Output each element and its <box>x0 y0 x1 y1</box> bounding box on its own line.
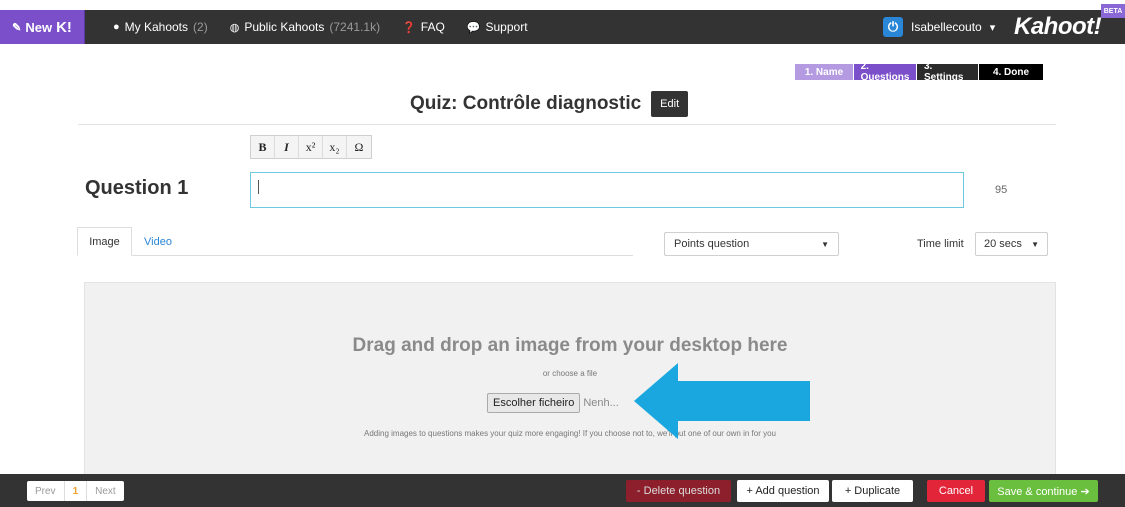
progress-steps: 1. Name 2. Questions 3. Settings 4. Done <box>795 61 1043 83</box>
quiz-title-row: Quiz: Contrôle diagnostic Edit <box>410 91 689 117</box>
cancel-button[interactable]: Cancel <box>927 480 985 502</box>
new-kahoot-label: New <box>25 19 53 35</box>
image-dropzone[interactable]: Drag and drop an image from your desktop… <box>84 282 1056 474</box>
points-select[interactable]: Points question ▼ <box>664 232 839 256</box>
nav-my-kahoots[interactable]: ● My Kahoots (2) <box>113 20 208 34</box>
new-kahoot-button[interactable]: ✎ New K! <box>0 10 85 44</box>
superscript-button[interactable]: x² <box>299 136 323 158</box>
nav-support-label: Support <box>485 20 528 34</box>
nav-my-kahoots-count: (2) <box>193 20 208 34</box>
file-status: Nenh... <box>583 397 619 409</box>
chevron-down-icon: ▼ <box>821 239 829 249</box>
nav-support[interactable]: 💬 Support <box>467 20 528 34</box>
dropzone-hint: Adding images to questions makes your qu… <box>364 429 776 438</box>
edit-title-button[interactable]: Edit <box>651 91 689 117</box>
character-count: 95 <box>995 184 1008 196</box>
italic-button[interactable]: I <box>275 136 299 158</box>
special-character-button[interactable]: Ω <box>347 136 371 158</box>
nav-my-kahoots-label: My Kahoots <box>124 20 189 34</box>
step-settings[interactable]: 3. Settings <box>917 61 979 83</box>
username: Isabellecouto <box>911 20 982 34</box>
time-limit-select[interactable]: 20 secs ▼ <box>975 232 1048 256</box>
step-done[interactable]: 4. Done <box>979 64 1043 80</box>
time-limit-label: Time limit <box>917 238 964 250</box>
arrow-left-icon <box>634 363 810 439</box>
duplicate-button[interactable]: + Duplicate <box>832 480 913 502</box>
subscript-button[interactable]: x₂ <box>323 136 347 158</box>
save-continue-button[interactable]: Save & continue ➔ <box>989 480 1098 502</box>
question-input[interactable] <box>250 172 964 208</box>
kahoot-k-mark: K! <box>56 18 72 36</box>
file-chooser: Escolher ficheiro Nenh... <box>487 393 619 413</box>
time-limit-value: 20 secs <box>984 238 1022 250</box>
dropzone-subtitle: or choose a file <box>542 369 598 378</box>
beta-badge: BETA <box>1101 4 1125 18</box>
user-icon: ● <box>113 21 120 33</box>
divider <box>78 124 1056 125</box>
choose-file-button[interactable]: Escolher ficheiro <box>487 393 581 413</box>
nav-public-kahoots-count: (7241.1k) <box>329 20 381 34</box>
caret-down-icon: ▾ <box>989 21 996 34</box>
text-caret <box>258 180 259 194</box>
step-name[interactable]: 1. Name <box>795 64 854 80</box>
nav-public-kahoots[interactable]: ◍ Public Kahoots (7241.1k) <box>230 20 380 34</box>
nav-public-kahoots-label: Public Kahoots <box>244 20 325 34</box>
question-pager: Prev 1 Next <box>27 481 124 501</box>
prev-button[interactable]: Prev <box>27 481 65 501</box>
edit-icon: ✎ <box>12 21 22 34</box>
quiz-title: Quiz: Contrôle diagnostic <box>410 93 642 114</box>
speech-bubble-icon: 💬 <box>466 21 481 34</box>
chevron-down-icon: ▼ <box>1031 239 1039 249</box>
bottom-action-bar: Prev 1 Next - Delete question + Add ques… <box>0 474 1125 507</box>
points-select-value: Points question <box>674 238 750 250</box>
next-button[interactable]: Next <box>87 481 124 501</box>
step-questions[interactable]: 2. Questions <box>854 61 917 83</box>
top-navbar: ✎ New K! ● My Kahoots (2) ◍ Public Kahoo… <box>0 10 1125 44</box>
dropzone-title: Drag and drop an image from your desktop… <box>352 335 788 356</box>
question-circle-icon: ❓ <box>402 21 416 34</box>
user-menu[interactable]: ⏻ Isabellecouto ▾ <box>883 10 995 44</box>
delete-question-button[interactable]: - Delete question <box>626 480 731 502</box>
bold-button[interactable]: B <box>251 136 275 158</box>
question-label: Question 1 <box>85 177 189 199</box>
current-page[interactable]: 1 <box>65 481 88 501</box>
nav-faq-label: FAQ <box>420 20 445 34</box>
tab-video[interactable]: Video <box>144 227 172 256</box>
tab-image[interactable]: Image <box>77 227 132 256</box>
add-question-button[interactable]: + Add question <box>737 480 829 502</box>
media-tabs: Image Video <box>77 227 633 256</box>
kahoot-logo[interactable]: Kahoot! <box>1014 10 1102 44</box>
power-icon[interactable]: ⏻ <box>883 17 903 37</box>
format-toolbar: B I x² x₂ Ω <box>250 135 372 159</box>
globe-icon: ◍ <box>229 21 240 34</box>
nav-faq[interactable]: ❓ FAQ <box>402 20 445 34</box>
